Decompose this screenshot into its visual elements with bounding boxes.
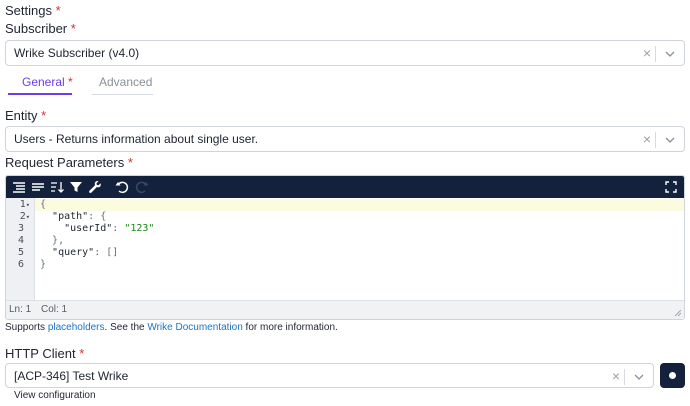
chevron-down-icon[interactable] <box>665 49 675 59</box>
http-client-select[interactable]: [ACP-346] Test Wrike × <box>5 363 654 388</box>
entity-value: Users - Returns information about single… <box>14 132 259 146</box>
select-divider <box>624 369 625 385</box>
resize-handle-icon[interactable] <box>674 309 682 317</box>
editor-status-bar: Ln: 1 Col: 1 <box>6 300 684 319</box>
line-number: 2▾ <box>19 211 30 222</box>
help-text: Supports placeholders. See the Wrike Doc… <box>5 322 338 333</box>
placeholders-link[interactable]: placeholders <box>48 322 105 333</box>
http-client-label: HTTP Client * <box>5 346 85 361</box>
line-number: 5 <box>17 247 24 258</box>
clear-icon[interactable]: × <box>612 368 620 384</box>
line-number: 4 <box>17 235 24 246</box>
code-line: } <box>40 259 47 270</box>
fullscreen-icon[interactable] <box>664 180 678 194</box>
compact-icon[interactable] <box>31 180 45 194</box>
settings-heading: Settings * <box>5 3 61 18</box>
subscriber-value: Wrike Subscriber (v4.0) <box>14 46 140 60</box>
chevron-down-icon[interactable] <box>665 135 675 145</box>
code-line: "userId": "123" <box>64 223 155 234</box>
code-line: "path": { <box>52 211 107 222</box>
open-client-button[interactable] <box>660 363 685 388</box>
entity-label: Entity * <box>5 108 47 123</box>
entity-select[interactable]: Users - Returns information about single… <box>5 126 685 152</box>
http-client-value: [ACP-346] Test Wrike <box>14 369 129 383</box>
json-editor[interactable]: 1▾ 2▾ 3 4 5 6 { "path": { "userId": "123… <box>5 175 685 320</box>
format-icon[interactable] <box>12 180 26 194</box>
sort-icon[interactable] <box>50 180 64 194</box>
code-line: }, <box>52 235 65 246</box>
code-area[interactable]: { "path": { "userId": "123" }, "query": … <box>35 198 684 302</box>
select-divider <box>655 46 656 62</box>
line-number: 6 <box>17 259 24 270</box>
line-number: 1▾ <box>19 199 30 210</box>
code-line: "query": [] <box>52 247 119 258</box>
select-divider <box>655 132 656 148</box>
request-params-label: Request Parameters * <box>5 155 133 170</box>
circle-icon <box>669 372 676 379</box>
clear-icon[interactable]: × <box>643 131 651 147</box>
tab-general-underline <box>8 93 72 95</box>
wrike-documentation-link[interactable]: Wrike Documentation <box>147 322 242 333</box>
code-line: { <box>40 199 47 210</box>
subscriber-label: Subscriber * <box>5 21 76 36</box>
tab-advanced-underline <box>92 94 153 95</box>
tab-advanced[interactable]: Advanced <box>99 75 152 89</box>
wrench-icon[interactable] <box>88 180 102 194</box>
chevron-down-icon[interactable] <box>634 372 644 382</box>
subscriber-select[interactable]: Wrike Subscriber (v4.0) × <box>5 40 685 66</box>
clear-icon[interactable]: × <box>643 45 651 61</box>
tab-general[interactable]: General * <box>22 75 73 89</box>
view-configuration-link[interactable]: View configuration <box>14 390 96 401</box>
filter-icon[interactable] <box>69 180 83 194</box>
line-gutter: 1▾ 2▾ 3 4 5 6 <box>6 198 35 302</box>
status-column: Col: 1 <box>41 304 68 315</box>
redo-icon <box>135 181 149 194</box>
status-line: Ln: 1 <box>9 304 32 315</box>
undo-icon[interactable] <box>115 180 129 194</box>
editor-toolbar <box>6 176 684 198</box>
line-number: 3 <box>17 223 24 234</box>
